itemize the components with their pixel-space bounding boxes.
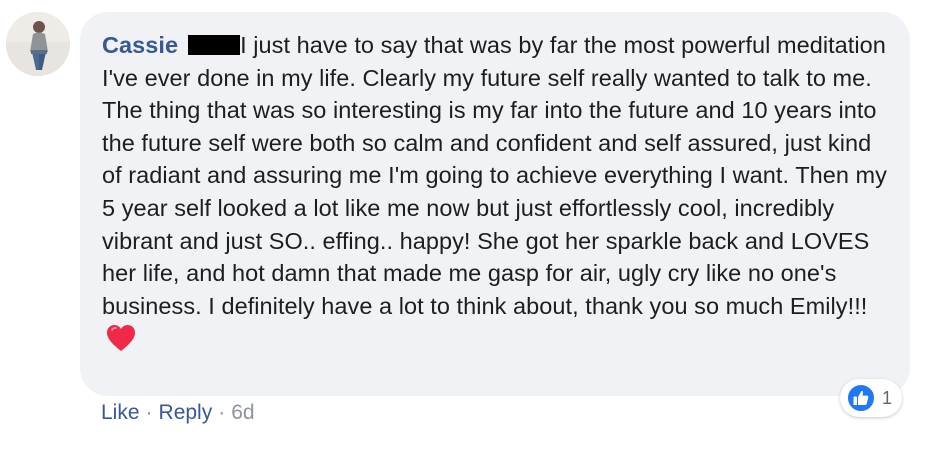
thumbs-up-icon bbox=[846, 383, 876, 413]
timestamp[interactable]: 6d bbox=[231, 401, 254, 424]
avatar[interactable] bbox=[6, 12, 70, 76]
comment: Cassie I just have to say that was by far… bbox=[0, 0, 940, 450]
separator: · bbox=[145, 401, 153, 424]
reply-link[interactable]: Reply bbox=[159, 401, 213, 424]
separator: · bbox=[218, 401, 226, 424]
comment-actions: Like · Reply · 6d bbox=[101, 400, 255, 426]
reaction-summary[interactable]: 1 bbox=[840, 379, 903, 417]
reaction-count: 1 bbox=[882, 387, 893, 408]
comment-body: Cassie I just have to say that was by far… bbox=[102, 29, 890, 361]
redacted-surname bbox=[188, 35, 241, 55]
red-heart-icon bbox=[106, 324, 136, 361]
avatar-photo bbox=[6, 12, 70, 76]
like-link[interactable]: Like bbox=[101, 401, 140, 424]
comment-bubble: Cassie I just have to say that was by far… bbox=[80, 12, 910, 396]
author-name[interactable]: Cassie bbox=[102, 32, 178, 58]
comment-text: I just have to say that was by far the m… bbox=[102, 32, 887, 319]
